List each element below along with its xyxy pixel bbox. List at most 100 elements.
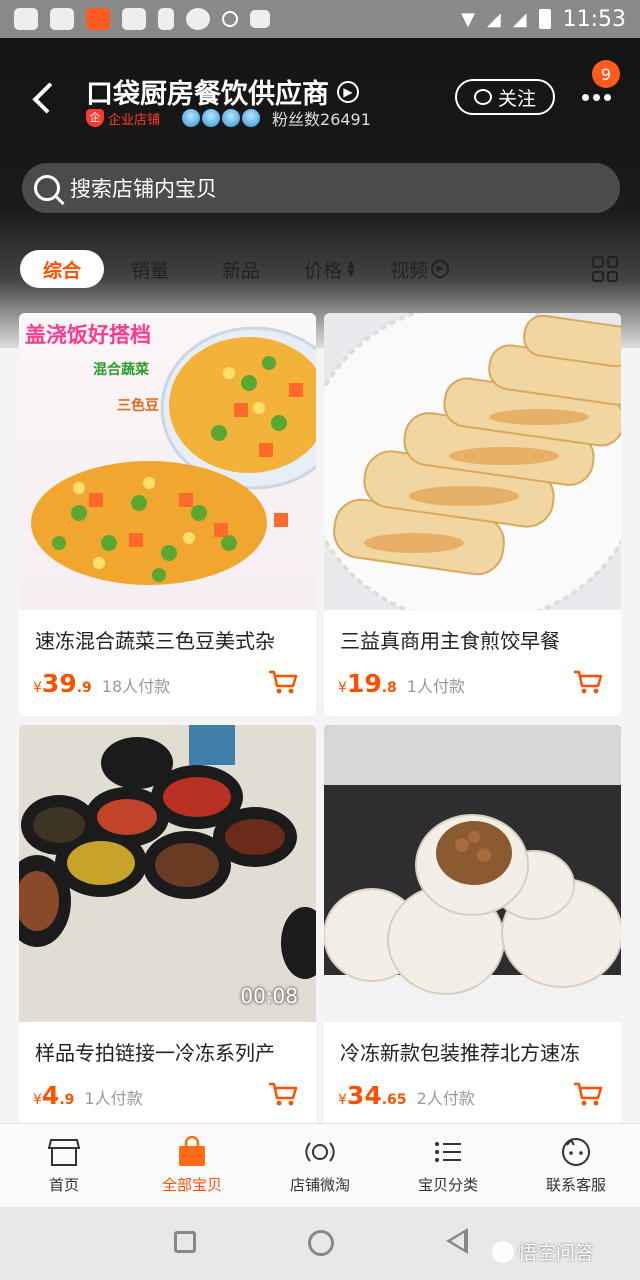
nav-store-feed[interactable]: 店铺微淘 — [256, 1124, 384, 1207]
product-tag: 混合蔬菜 — [93, 362, 149, 378]
nav-all-items[interactable]: 全部宝贝 — [128, 1124, 256, 1207]
sold-count: 18人付款 — [101, 677, 171, 696]
price-symbol: ¥ — [33, 680, 42, 696]
more-dot — [604, 93, 611, 101]
gallery-app-icon — [14, 8, 38, 30]
grid-cell — [606, 256, 618, 268]
add-to-cart-icon[interactable] — [268, 1081, 298, 1107]
sim-card-icon — [158, 8, 174, 30]
sort-arrows-icon: ▲ ▼ — [347, 259, 355, 279]
tab-video[interactable]: 视频 ▶ — [390, 250, 450, 288]
shopping-bag-icon — [179, 1136, 205, 1166]
store-meta: 企 企业店铺 粉丝数26491 — [86, 106, 371, 130]
tab-comprehensive[interactable]: 综合 — [20, 250, 104, 288]
notification-icons — [14, 8, 270, 30]
search-placeholder: 搜索店铺内宝贝 — [70, 177, 217, 201]
wifi-icon: ▼ — [461, 8, 475, 30]
add-to-cart-icon[interactable] — [268, 669, 298, 695]
product-price: ¥ 19 .8 1人付款 — [338, 669, 465, 698]
product-image-mixed-vegetables: 盖浇饭好搭档 混合蔬菜 三色豆 — [19, 313, 316, 610]
weibo-icon — [50, 8, 74, 30]
product-image-sauces: 00:08 — [19, 725, 316, 1022]
price-decimal: .9 — [76, 680, 92, 696]
nav-label: 宝贝分类 — [417, 1176, 478, 1194]
add-to-cart-icon[interactable] — [573, 669, 603, 695]
search-input[interactable]: 搜索店铺内宝贝 — [22, 163, 620, 213]
store-icon — [47, 1139, 81, 1166]
tab-label: 新品 — [222, 259, 261, 282]
nav-customer-service[interactable]: 联系客服 — [512, 1124, 640, 1207]
nav-label: 店铺微淘 — [289, 1176, 350, 1194]
product-card[interactable]: 冷冻新款包装推荐北方速冻 ¥ 34 .65 2人付款 — [324, 725, 621, 1125]
product-price: ¥ 34 .65 2人付款 — [338, 1081, 475, 1110]
crown-icon — [242, 109, 261, 127]
tab-sales[interactable]: 销量 — [131, 250, 169, 288]
tab-price[interactable]: 价格 ▲ ▼ — [304, 250, 355, 288]
enterprise-shield-icon: 企 — [86, 109, 104, 127]
play-icon: ▶ — [431, 260, 450, 278]
smile-app-icon — [122, 8, 146, 30]
price-symbol: ¥ — [33, 1092, 42, 1108]
grid-cell — [606, 270, 618, 282]
broadcast-icon — [305, 1142, 335, 1162]
tab-new[interactable]: 新品 — [222, 250, 260, 288]
tab-label: 综合 — [42, 259, 81, 282]
list-icon — [435, 1142, 461, 1162]
signal-icon: ◢ — [486, 8, 501, 30]
more-button[interactable] — [582, 92, 618, 102]
follow-label: 关注 — [497, 87, 536, 110]
broadcast-icon — [473, 89, 492, 105]
nav-home[interactable]: 首页 — [0, 1124, 128, 1207]
nav-label: 联系客服 — [545, 1176, 606, 1194]
customer-service-icon — [562, 1138, 590, 1166]
home-button[interactable] — [308, 1230, 334, 1256]
store-header: 口袋厨房餐饮供应商 ▶ 企 企业店铺 粉丝数26491 关注 9 搜索店铺内宝贝… — [0, 38, 640, 348]
grid-view-icon[interactable] — [592, 256, 618, 282]
price-decimal: .9 — [59, 1092, 75, 1108]
back-button[interactable] — [28, 80, 58, 116]
sold-count: 1人付款 — [406, 677, 465, 696]
orange-app-icon — [86, 8, 110, 30]
grid-cell — [592, 270, 604, 282]
watermark: 悟空问答 — [492, 1238, 594, 1265]
product-price: ¥ 4 .9 1人付款 — [33, 1081, 143, 1110]
price-integer: 34 — [346, 1081, 382, 1110]
store-rating — [182, 109, 261, 127]
crown-icon — [222, 109, 241, 127]
status-time: 11:53 — [562, 6, 626, 32]
image-icon — [250, 10, 270, 28]
tab-label: 视频 — [390, 259, 429, 282]
product-card[interactable]: 三益真商用主食煎饺早餐 ¥ 19 .8 1人付款 — [324, 313, 621, 716]
product-title: 样品专拍链接一冷冻系列产 — [35, 1041, 275, 1065]
product-title: 冷冻新款包装推荐北方速冻 — [340, 1041, 580, 1065]
sauce-bowls-illustration — [19, 725, 316, 1022]
grid-cell — [592, 256, 604, 268]
price-integer: 19 — [346, 669, 382, 698]
system-back-button[interactable] — [446, 1228, 468, 1254]
steamed-buns-illustration — [324, 725, 621, 1022]
signal-icon-2: ◢ — [512, 8, 527, 30]
product-card[interactable]: 盖浇饭好搭档 混合蔬菜 三色豆 速冻混合蔬菜三色豆美式杂 ¥ 39 .9 18人… — [19, 313, 316, 716]
product-price: ¥ 39 .9 18人付款 — [33, 669, 170, 698]
tab-label: 价格 — [304, 259, 343, 282]
price-integer: 39 — [41, 669, 77, 698]
nav-label: 全部宝贝 — [161, 1176, 222, 1194]
product-tag: 三色豆 — [117, 398, 159, 414]
sold-count: 2人付款 — [416, 1089, 475, 1108]
crown-icon — [182, 109, 201, 127]
enterprise-badge: 企 企业店铺 — [86, 109, 160, 128]
browser-icon — [186, 8, 210, 30]
nav-categories[interactable]: 宝贝分类 — [384, 1124, 512, 1207]
fans-count: 粉丝数26491 — [272, 110, 371, 129]
product-card[interactable]: 00:08 样品专拍链接一冷冻系列产 ¥ 4 .9 1人付款 — [19, 725, 316, 1125]
enterprise-label: 企业店铺 — [108, 112, 161, 128]
add-to-cart-icon[interactable] — [573, 1081, 603, 1107]
follow-button[interactable]: 关注 — [455, 79, 555, 115]
status-bar: ▼ ◢ ◢ 11:53 — [0, 0, 640, 38]
battery-icon — [538, 9, 551, 29]
recent-apps-button[interactable] — [174, 1231, 196, 1253]
bottom-nav: 首页 全部宝贝 店铺微淘 宝贝分类 联系客服 — [0, 1123, 640, 1207]
nav-label: 首页 — [48, 1176, 79, 1194]
price-symbol: ¥ — [338, 1092, 347, 1108]
wukong-logo-icon — [492, 1240, 514, 1263]
